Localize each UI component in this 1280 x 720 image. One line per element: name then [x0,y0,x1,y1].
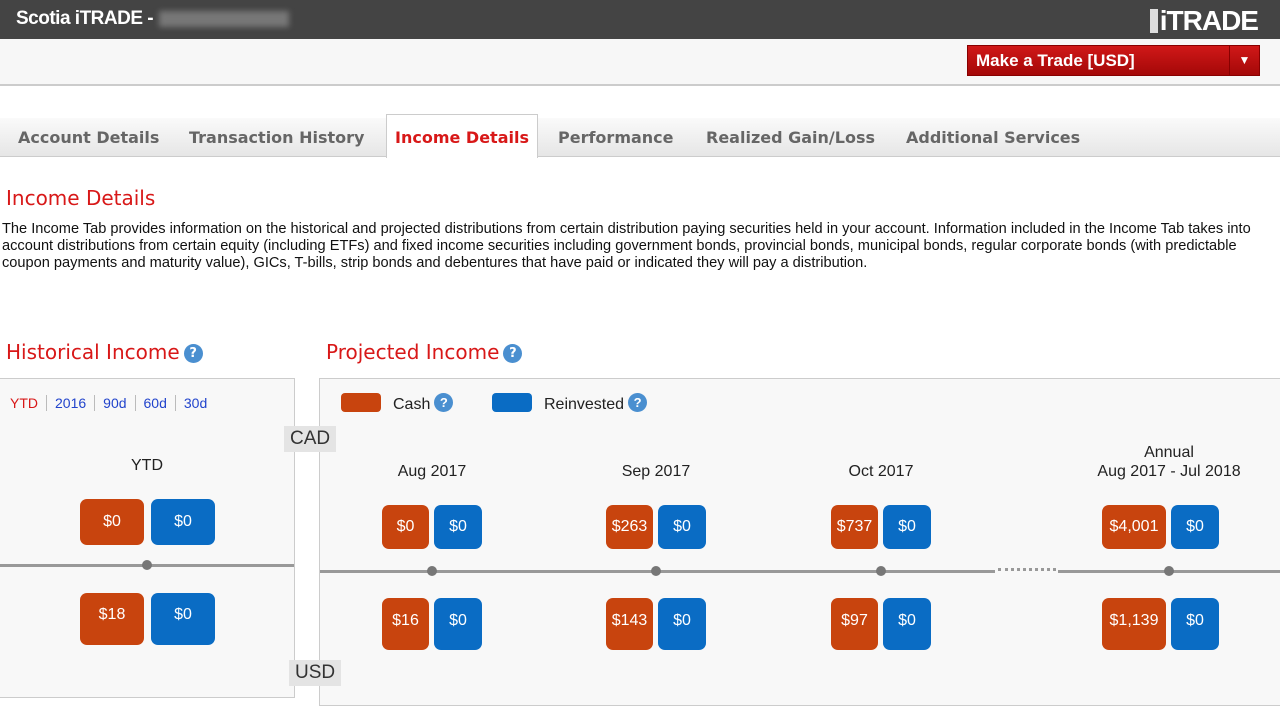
legend-reinvested-label: Reinvested [544,396,625,413]
cash-swatch [341,393,381,412]
window-title: Scotia iTRADE - [16,8,290,30]
timeline-gap [998,568,1056,571]
timeline-dot [142,560,152,570]
page-description: The Income Tab provides information on t… [2,221,1251,271]
title-text: Scotia iTRADE - [16,8,154,29]
period-2016[interactable]: 2016 [46,395,95,411]
tab-transaction-history[interactable]: Transaction History [189,118,364,157]
cad-reinvested-bubble: $0 [151,499,215,545]
timeline-dot [427,566,437,576]
currency-usd-label: USD [289,660,342,686]
legend-cash-label: Cash [393,396,431,413]
usd-cash-bubble: $18 [80,593,144,645]
projected-income-heading: Projected Income? [326,340,523,364]
cad-reinvested-bubble: $0 [1171,505,1219,549]
account-number-redacted [159,10,290,27]
tab-realized-gain-loss[interactable]: Realized Gain/Loss [706,118,875,157]
legend-cash: Cash? [341,393,454,414]
usd-cash-bubble: $1,139 [1102,598,1166,650]
column-label: Annual [1144,444,1194,461]
tab-bar: Account Details Transaction History Inco… [0,114,1280,158]
cad-cash-bubble: $0 [382,505,429,549]
legend-reinvested: Reinvested? [492,393,648,414]
logo-mark [1149,9,1158,33]
tab-income-details[interactable]: Income Details [386,114,538,158]
column-label: Sep 2017 [621,463,691,480]
itrade-logo: iTRADE [1149,5,1259,37]
cad-cash-bubble: $0 [80,499,144,545]
period-selector: YTD 2016 90d 60d 30d [10,395,216,411]
historical-period-label: YTD [131,457,163,474]
title-bar: Scotia iTRADE - iTRADE [0,0,1280,39]
timeline-dot [651,566,661,576]
help-icon[interactable]: ? [503,344,523,363]
timeline-dot [1164,566,1174,576]
period-60d[interactable]: 60d [134,395,175,411]
tab-account-details[interactable]: Account Details [18,118,159,157]
historical-panel [0,378,295,698]
usd-reinvested-bubble: $0 [434,598,482,650]
period-90d[interactable]: 90d [94,395,135,411]
historical-income-heading: Historical Income? [6,340,203,364]
usd-reinvested-bubble: $0 [883,598,931,650]
help-icon[interactable]: ? [434,393,454,412]
currency-cad-label: CAD [284,426,337,452]
period-ytd[interactable]: YTD [10,395,46,411]
logo-text: iTRADE [1159,5,1259,36]
chevron-down-icon[interactable]: ▼ [1229,46,1259,75]
tab-additional-services[interactable]: Additional Services [906,118,1080,157]
cad-cash-bubble: $263 [606,505,653,549]
usd-reinvested-bubble: $0 [658,598,706,650]
cad-reinvested-bubble: $0 [883,505,931,549]
cad-reinvested-bubble: $0 [434,505,482,549]
cad-reinvested-bubble: $0 [658,505,706,549]
usd-reinvested-bubble: $0 [151,593,215,645]
help-icon[interactable]: ? [183,344,203,363]
usd-reinvested-bubble: $0 [1171,598,1219,650]
page-title: Income Details [6,186,156,210]
column-sublabel: Aug 2017 - Jul 2018 [1097,463,1241,480]
period-30d[interactable]: 30d [174,395,216,411]
usd-cash-bubble: $143 [606,598,653,650]
reinvested-swatch [492,393,532,412]
make-a-trade-label: Make a Trade [USD] [976,51,1135,70]
tab-performance[interactable]: Performance [558,118,674,157]
help-icon[interactable]: ? [628,393,648,412]
column-label: Aug 2017 [397,463,467,480]
projected-title: Projected Income [326,340,500,364]
make-a-trade-button[interactable]: Make a Trade [USD] ▼ [967,45,1260,76]
historical-title: Historical Income [6,340,180,364]
timeline-dot [876,566,886,576]
column-label: Oct 2017 [848,463,914,480]
cad-cash-bubble: $4,001 [1102,505,1166,549]
usd-cash-bubble: $97 [831,598,878,650]
cad-cash-bubble: $737 [831,505,878,549]
usd-cash-bubble: $16 [382,598,429,650]
